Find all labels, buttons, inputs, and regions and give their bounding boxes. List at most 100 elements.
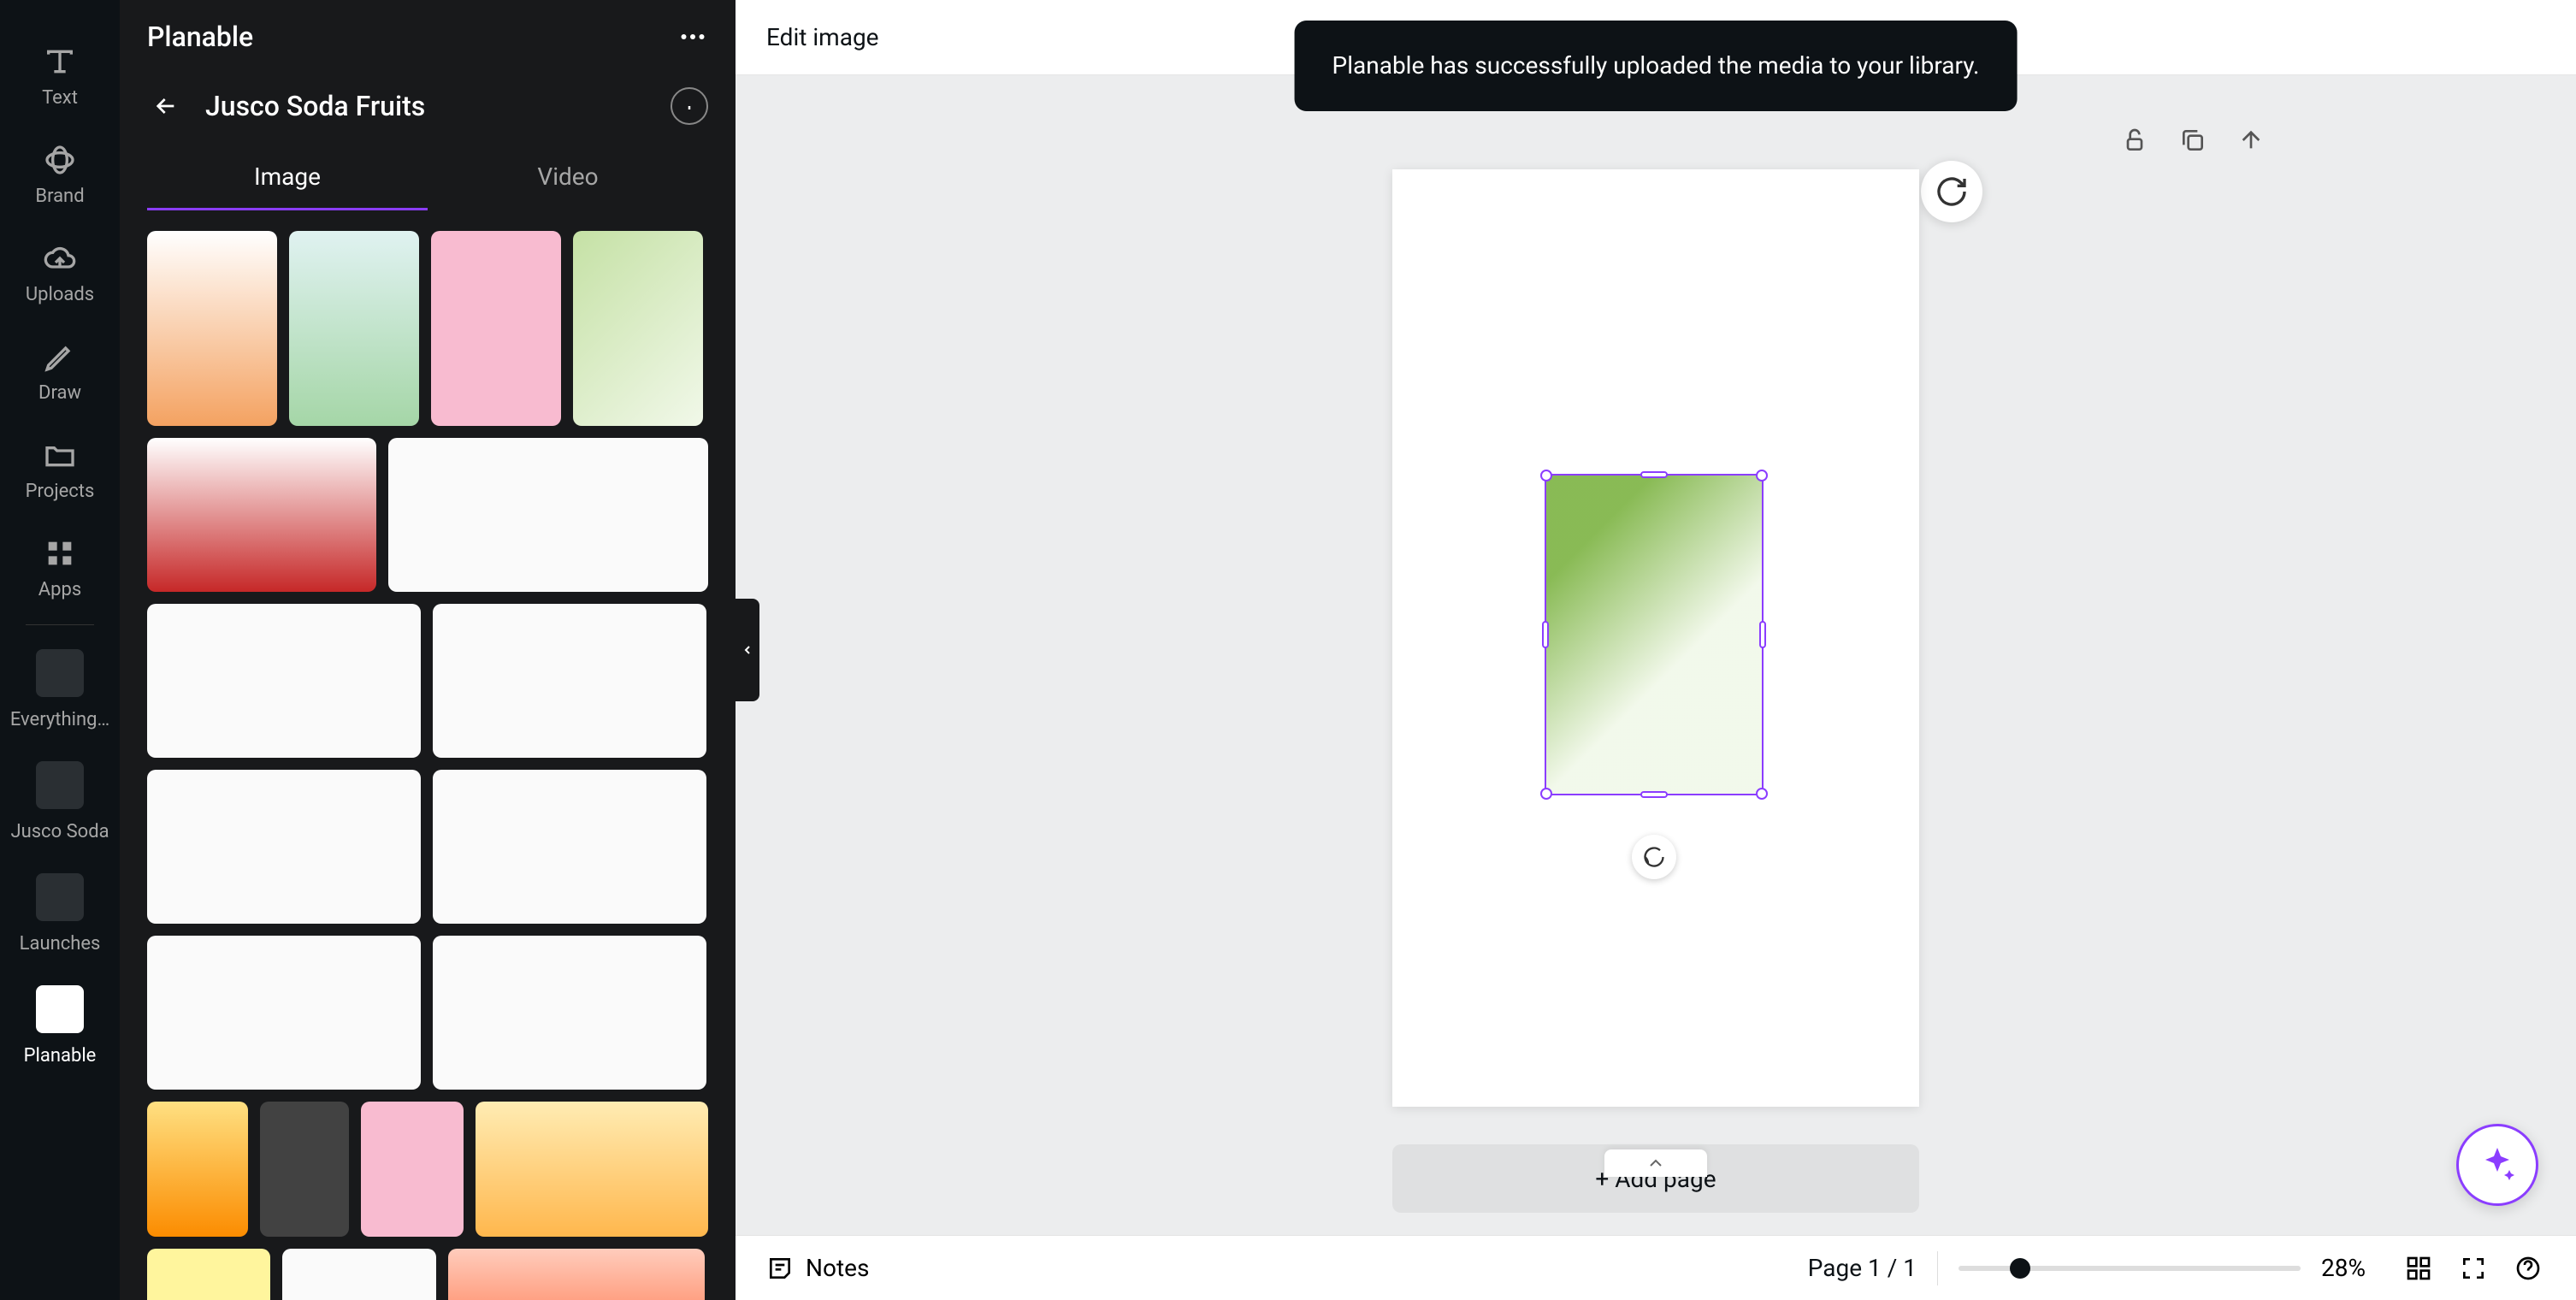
nav-workspace-launches[interactable]: Launches [0, 858, 120, 970]
nav-label: Everything… [10, 709, 109, 730]
media-thumb[interactable] [147, 604, 421, 758]
media-thumb[interactable] [147, 936, 421, 1090]
media-thumb[interactable] [433, 770, 706, 924]
resize-handle-r[interactable] [1759, 621, 1766, 648]
selection-box[interactable] [1545, 474, 1764, 795]
nav-label: Apps [38, 579, 81, 600]
folder-icon [39, 434, 80, 476]
fullscreen-icon[interactable] [2456, 1251, 2490, 1285]
resize-handle-bl[interactable] [1540, 788, 1552, 800]
expand-pages-button[interactable] [1604, 1149, 1707, 1177]
resize-handle-br[interactable] [1756, 788, 1768, 800]
resize-handle-l[interactable] [1542, 621, 1549, 648]
toast-message: Planable has successfully uploaded the m… [1332, 51, 1980, 80]
page-total: 1 [1903, 1254, 1917, 1282]
workspace-thumb-icon [36, 985, 84, 1033]
page-sep: / [1882, 1254, 1903, 1282]
divider [1937, 1251, 1938, 1285]
media-thumb[interactable] [448, 1249, 705, 1300]
nav-label: Brand [35, 186, 84, 207]
back-button[interactable] [147, 87, 185, 125]
nav-label: Launches [20, 933, 101, 954]
grid-view-icon[interactable] [2402, 1251, 2436, 1285]
workspace-thumb-icon [36, 873, 84, 921]
nav-uploads[interactable]: Uploads [0, 222, 120, 321]
notes-label: Notes [806, 1254, 869, 1282]
media-thumb[interactable] [260, 1102, 349, 1237]
zoom-thumb[interactable] [2010, 1258, 2030, 1279]
magic-button[interactable] [2456, 1124, 2538, 1206]
grid-icon [39, 533, 80, 574]
rotate-handle[interactable] [1632, 835, 1676, 879]
tab-video[interactable]: Video [428, 145, 708, 210]
canvas-area: Edit image Planable has successfully upl… [736, 0, 2576, 1300]
tab-image[interactable]: Image [147, 145, 428, 210]
page-controls [2118, 123, 2268, 157]
page-indicator[interactable]: Page 1 / 1 [1808, 1254, 1917, 1282]
workspace-thumb-icon [36, 649, 84, 697]
media-thumb[interactable] [147, 1249, 270, 1300]
help-icon[interactable] [2511, 1251, 2545, 1285]
collapse-panel-button[interactable] [736, 599, 759, 701]
panel-subheader: Jusco Soda Fruits [120, 74, 736, 132]
nav-label: Planable [24, 1045, 97, 1067]
media-thumb[interactable] [361, 1102, 464, 1237]
nav-label: Jusco Soda [10, 821, 109, 842]
media-thumb[interactable] [147, 770, 421, 924]
nav-workspace-jusco[interactable]: Jusco Soda [0, 746, 120, 858]
bottom-bar: Notes Page 1 / 1 28% [736, 1235, 2576, 1300]
media-thumb[interactable] [431, 231, 561, 426]
media-thumb[interactable] [433, 936, 706, 1090]
resize-handle-t[interactable] [1640, 471, 1668, 478]
media-thumb[interactable] [433, 604, 706, 758]
media-panel: Planable Jusco Soda Fruits Image Video [120, 0, 736, 1300]
lock-icon[interactable] [2118, 123, 2152, 157]
pencil-icon [39, 336, 80, 377]
notes-button[interactable]: Notes [766, 1254, 869, 1282]
nav-label: Draw [38, 382, 81, 404]
expand-icon[interactable] [2234, 123, 2268, 157]
refresh-button[interactable] [1921, 161, 1982, 222]
selected-image [1546, 476, 1762, 794]
media-thumb[interactable] [147, 438, 376, 592]
media-thumb[interactable] [147, 231, 277, 426]
media-grid [120, 210, 736, 1300]
media-thumb[interactable] [282, 1249, 436, 1300]
nav-workspace-planable[interactable]: Planable [0, 970, 120, 1082]
nav-workspace-everything[interactable]: Everything… [0, 634, 120, 746]
panel-header: Planable [120, 0, 736, 74]
media-thumb[interactable] [573, 231, 703, 426]
resize-handle-tl[interactable] [1540, 470, 1552, 482]
media-thumb[interactable] [289, 231, 419, 426]
page-current: 1 [1868, 1254, 1882, 1282]
more-icon[interactable] [677, 21, 708, 52]
resize-handle-tr[interactable] [1756, 470, 1768, 482]
resize-handle-b[interactable] [1640, 791, 1668, 798]
nav-label: Text [42, 87, 78, 109]
info-button[interactable] [671, 87, 708, 125]
canvas-viewport[interactable]: + Add page [736, 75, 2576, 1235]
media-tabs: Image Video [120, 132, 736, 210]
nav-brand[interactable]: Brand [0, 124, 120, 222]
zoom-slider[interactable] [1959, 1266, 2301, 1271]
edit-image-button[interactable]: Edit image [766, 23, 879, 51]
nav-text[interactable]: Text [0, 26, 120, 124]
brand-icon [39, 139, 80, 180]
nav-rail: Text Brand Uploads Draw Projects [0, 0, 120, 1300]
nav-label: Uploads [26, 284, 94, 305]
media-thumb[interactable] [147, 1102, 248, 1237]
nav-label: Projects [26, 481, 95, 502]
workspace-thumb-icon [36, 761, 84, 809]
page-prefix: Page [1808, 1254, 1868, 1282]
duplicate-icon[interactable] [2176, 123, 2210, 157]
media-thumb[interactable] [476, 1102, 708, 1237]
nav-divider [26, 624, 94, 625]
zoom-value[interactable]: 28% [2321, 1254, 2381, 1282]
nav-apps[interactable]: Apps [0, 517, 120, 616]
tab-label: Video [537, 162, 598, 191]
canvas-page[interactable] [1392, 169, 1919, 1107]
nav-draw[interactable]: Draw [0, 321, 120, 419]
media-thumb[interactable] [388, 438, 708, 592]
nav-projects[interactable]: Projects [0, 419, 120, 517]
panel-title: Planable [147, 21, 253, 53]
